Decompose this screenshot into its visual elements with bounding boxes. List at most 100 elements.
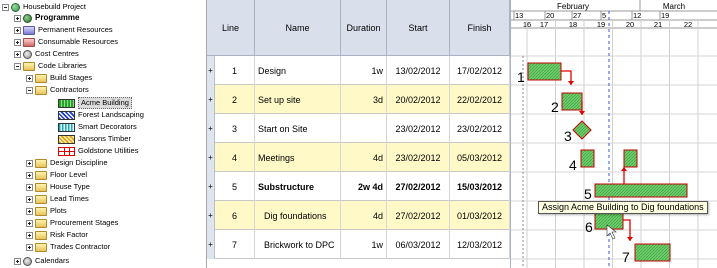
expand-icon[interactable] <box>14 14 21 22</box>
tree-item-programme[interactable]: Programme <box>14 13 79 23</box>
expand-icon[interactable] <box>14 50 21 58</box>
cell-finish[interactable]: 23/02/2012 <box>450 114 510 143</box>
expand-icon[interactable] <box>26 243 33 251</box>
table-row[interactable]: +1 Design 1w 13/02/2012 17/02/2012 <box>207 56 510 85</box>
cell-finish[interactable]: 22/02/2012 <box>450 85 510 114</box>
expand-icon[interactable] <box>26 231 33 239</box>
tree-item-goldstone-utilities[interactable]: Goldstone Utilities <box>58 146 138 156</box>
table-row[interactable]: +3 Start on Site 23/02/2012 23/02/2012 <box>207 114 510 143</box>
cell-name[interactable]: Meetings <box>255 143 341 172</box>
table-row[interactable]: +2 Set up site 3d 20/02/2012 22/02/2012 <box>207 85 510 114</box>
table-row[interactable]: +5 Substructure 2w 4d 27/02/2012 15/03/2012 <box>207 172 510 201</box>
expand-icon[interactable] <box>26 183 33 191</box>
task-bar-substructure[interactable] <box>594 183 688 198</box>
cell-line[interactable]: 3 <box>207 114 255 143</box>
cell-start[interactable]: 20/02/2012 <box>387 85 450 114</box>
task-bar-brickwork[interactable] <box>634 243 671 262</box>
cell-duration[interactable]: 4d <box>341 201 387 230</box>
tree-item-permanent-resources[interactable]: Permanent Resources <box>14 25 113 35</box>
cell-line[interactable]: 4 <box>207 143 255 172</box>
collapse-icon[interactable] <box>26 86 33 94</box>
column-header-finish[interactable]: Finish <box>450 0 510 56</box>
task-bar-design[interactable] <box>527 62 562 81</box>
task-bar-set-up-site[interactable] <box>561 92 583 111</box>
cell-start[interactable]: 23/02/2012 <box>387 143 450 172</box>
project-tree[interactable]: Housebuild Project Programme Permanent R… <box>0 0 207 268</box>
column-header-line[interactable]: Line <box>207 0 255 56</box>
tree-item-jansons-timber[interactable]: Jansons Timber <box>58 134 131 144</box>
expand-icon[interactable] <box>26 207 33 215</box>
tree-item-calendars[interactable]: Calendars <box>14 256 69 266</box>
milestone-start-on-site[interactable] <box>572 120 592 140</box>
cell-start[interactable]: 27/02/2012 <box>387 201 450 230</box>
cell-name[interactable]: Set up site <box>255 85 341 114</box>
expand-icon[interactable] <box>26 74 33 82</box>
tree-item-housebuild-project[interactable]: Housebuild Project <box>2 2 86 12</box>
tree-item-code-libraries[interactable]: Code Libraries <box>14 61 87 71</box>
tree-item-smart-decorators[interactable]: Smart Decorators <box>58 122 137 132</box>
tree-item-lead-times[interactable]: Lead Times <box>26 194 89 204</box>
cell-line[interactable]: 5 <box>207 172 255 201</box>
tree-item-design-discipline[interactable]: Design Discipline <box>26 158 108 168</box>
gantt-canvas[interactable]: February March13 20 27 5 12 1916 17 18 19 20 21 2212… <box>511 0 717 268</box>
task-grid[interactable]: Line Name Duration Start Finish +1 Design… <box>207 0 510 268</box>
tree-item-forest-landscaping[interactable]: Forest Landscaping <box>58 110 144 120</box>
cell-duration[interactable]: 2w 4d <box>341 172 387 201</box>
tree-item-label: Build Stages <box>50 73 93 82</box>
cell-duration[interactable]: 3d <box>341 85 387 114</box>
cell-line[interactable]: 6 <box>207 201 255 230</box>
tree-item-build-stages[interactable]: Build Stages <box>26 73 92 83</box>
cell-name[interactable]: Brickwork to DPC <box>255 230 341 259</box>
cell-finish[interactable]: 05/03/2012 <box>450 143 510 172</box>
cell-finish[interactable]: 12/03/2012 <box>450 230 510 259</box>
expand-icon[interactable] <box>14 26 21 34</box>
task-bar-meetings-a[interactable] <box>580 149 595 168</box>
expand-icon[interactable] <box>26 159 33 167</box>
expand-icon[interactable] <box>14 38 21 46</box>
tree-item-consumable-resources[interactable]: Consumable Resources <box>14 37 118 47</box>
cell-text: 3d <box>372 94 383 105</box>
tree-item-procurement-stages[interactable]: Procurement Stages <box>26 218 118 228</box>
table-row[interactable]: +6 Dig foundations 4d 27/02/2012 01/03/2012 <box>207 201 510 230</box>
tree-item-contractors[interactable]: Contractors <box>26 85 89 95</box>
table-row[interactable]: +7 Brickwork to DPC 1w 06/03/2012 12/03/2012 <box>207 230 510 259</box>
expand-icon[interactable] <box>26 171 33 179</box>
collapse-icon[interactable] <box>14 62 21 70</box>
cell-finish[interactable]: 15/03/2012 <box>450 172 510 201</box>
cell-start[interactable]: 06/03/2012 <box>387 230 450 259</box>
cell-duration[interactable]: 1w <box>341 230 387 259</box>
task-number-label: 5 <box>584 186 592 202</box>
column-header-name[interactable]: Name <box>255 0 341 56</box>
tree-item-house-type[interactable]: House Type <box>26 182 90 192</box>
expand-icon[interactable] <box>26 219 33 227</box>
cell-start[interactable]: 27/02/2012 <box>387 172 450 201</box>
cell-line[interactable]: 2 <box>207 85 255 114</box>
tree-item-plots[interactable]: Plots <box>26 206 67 216</box>
tree-item-risk-factor[interactable]: Risk Factor <box>26 230 88 240</box>
column-header-duration[interactable]: Duration <box>341 0 387 56</box>
tree-item-trades-contractor[interactable]: Trades Contractor <box>26 242 110 252</box>
cell-name[interactable]: Design <box>255 56 341 85</box>
cell-finish[interactable]: 01/03/2012 <box>450 201 510 230</box>
tree-item-floor-level[interactable]: Floor Level <box>26 170 87 180</box>
cell-duration[interactable]: 1w <box>341 56 387 85</box>
column-header-start[interactable]: Start <box>387 0 450 56</box>
cell-name[interactable]: Dig foundations <box>255 201 341 230</box>
cell-name[interactable]: Start on Site <box>255 114 341 143</box>
expand-icon[interactable] <box>26 195 33 203</box>
cell-duration[interactable] <box>341 114 387 143</box>
collapse-icon[interactable] <box>2 3 9 11</box>
table-row[interactable]: +4 Meetings 4d 23/02/2012 05/03/2012 <box>207 143 510 172</box>
gantt-chart[interactable]: February March 13 20 27 5 12 19 16 17 18 19 20 21 22 1 2… <box>510 0 717 268</box>
cell-line[interactable]: 1 <box>207 56 255 85</box>
cell-name[interactable]: Substructure <box>255 172 341 201</box>
task-bar-meetings-b[interactable] <box>623 149 638 168</box>
cell-finish[interactable]: 17/02/2012 <box>450 56 510 85</box>
cell-start[interactable]: 23/02/2012 <box>387 114 450 143</box>
cell-start[interactable]: 13/02/2012 <box>387 56 450 85</box>
tree-item-acme-building[interactable]: Acme Building <box>58 97 132 109</box>
cell-duration[interactable]: 4d <box>341 143 387 172</box>
cell-line[interactable]: 7 <box>207 230 255 259</box>
expand-icon[interactable] <box>14 257 21 265</box>
tree-item-cost-centres[interactable]: Cost Centres <box>14 49 79 59</box>
